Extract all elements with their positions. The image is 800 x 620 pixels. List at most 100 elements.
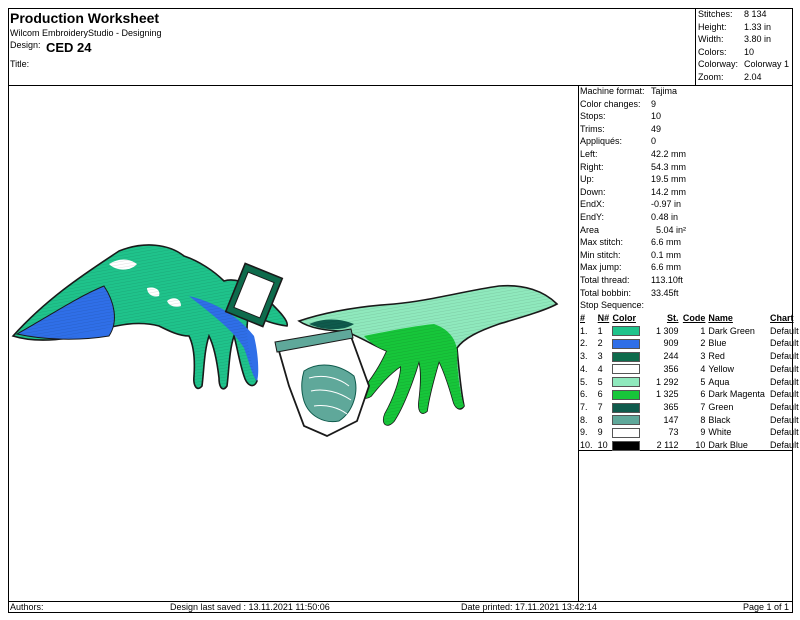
- row-needle: 2: [597, 338, 603, 349]
- machine-info-value: 42.2 mm: [651, 149, 687, 159]
- machine-info-label: Trims:: [580, 123, 605, 134]
- summary-value: 8 134: [744, 9, 767, 19]
- row-code: 8: [700, 414, 706, 425]
- footer-saved: Design last saved : 13.11.2021 11:50:06: [170, 602, 330, 612]
- row-color-cell: [612, 325, 651, 338]
- machine-info-value: 49: [651, 123, 662, 134]
- machine-info-value: 14.2 mm: [651, 186, 687, 197]
- color-swatch: [612, 351, 641, 362]
- row-needle: 3: [597, 351, 603, 362]
- summary-value: 3.80 in: [744, 34, 772, 45]
- row-color-cell: [612, 363, 651, 376]
- color-swatch: [612, 377, 641, 388]
- stop-sequence-table: # N# Color St. Code Name Chart 1. 1 1 309 1…: [580, 312, 800, 452]
- machine-info-value: 0.48 in: [651, 212, 679, 222]
- row-chart: Default: [770, 363, 799, 374]
- summary-label: Stitches:: [698, 9, 733, 19]
- row-index: 5.: [580, 376, 588, 387]
- summary-value: 10: [744, 46, 755, 57]
- row-stitches: 1 309: [655, 325, 679, 336]
- row-needle: 1: [597, 325, 603, 336]
- row-stitches: 244: [663, 351, 679, 362]
- color-swatch: [612, 364, 641, 375]
- col-code-header: Code: [682, 313, 706, 323]
- row-code: 6: [700, 389, 706, 400]
- row-code: 3: [700, 351, 706, 362]
- row-color-cell: [612, 388, 651, 401]
- table-row: 8. 8 147 8 Black Default: [580, 414, 800, 427]
- row-needle: 8: [597, 414, 603, 425]
- machine-info-value: 19.5 mm: [651, 174, 687, 185]
- table-row: 9. 9 73 9 White Default: [580, 426, 800, 439]
- row-code: 2: [700, 338, 706, 349]
- summary-value: 1.33 in: [744, 21, 772, 32]
- machine-info-value: 6.6 mm: [651, 262, 682, 273]
- row-stitches: 2 112: [656, 440, 679, 451]
- row-code: 5: [700, 376, 706, 387]
- col-color-header: Color: [612, 313, 636, 323]
- row-color-name: Dark Green: [708, 325, 755, 336]
- machine-info-value: 9: [651, 98, 657, 109]
- machine-info-label: Total thread:: [580, 275, 630, 285]
- summary-label: Colors:: [698, 46, 727, 57]
- color-swatch: [612, 339, 641, 350]
- table-row: 5. 5 1 292 5 Aqua Default: [580, 376, 800, 389]
- col-needle-header: N#: [597, 313, 610, 323]
- machine-info-value: 10: [651, 111, 662, 122]
- row-code: 4: [700, 363, 706, 374]
- row-code: 9: [700, 427, 706, 438]
- machine-info-value: 33.45ft: [651, 287, 679, 298]
- machine-info-label: Down:: [580, 186, 606, 197]
- row-color-name: Dark Blue: [708, 440, 748, 451]
- design-value: CED 24: [46, 40, 92, 55]
- row-chart: Default: [770, 427, 799, 438]
- design-label: Design:: [10, 40, 41, 50]
- app-subtitle: Wilcom EmbroideryStudio - Designing: [10, 28, 162, 38]
- machine-info-value: -0.97 in: [651, 199, 682, 210]
- summary-label: Zoom:: [698, 72, 724, 82]
- machine-info-value: 54.3 mm: [651, 161, 687, 172]
- row-color-cell: [612, 426, 651, 439]
- machine-info-label: Max jump:: [580, 262, 622, 273]
- summary-value: 2.04: [744, 72, 762, 82]
- machine-info-label: Right:: [580, 161, 604, 172]
- footer-printed: Date printed: 17.11.2021 13:42:14: [461, 602, 597, 612]
- row-color-cell: [612, 350, 651, 363]
- row-index: 10.: [580, 440, 593, 451]
- table-row: 6. 6 1 325 6 Dark Magenta Default: [580, 388, 800, 401]
- row-index: 4.: [580, 363, 588, 374]
- row-chart: Default: [770, 325, 799, 336]
- machine-info-value: 113.10ft: [651, 275, 683, 285]
- row-needle: 4: [597, 363, 603, 374]
- row-index: 6.: [580, 389, 588, 400]
- row-chart: Default: [770, 414, 799, 425]
- row-color-name: Blue: [708, 338, 727, 349]
- row-needle: 9: [597, 427, 603, 438]
- color-swatch: [612, 415, 641, 426]
- row-stitches: 147: [663, 414, 679, 425]
- row-code: 10: [695, 440, 706, 451]
- color-swatch: [612, 427, 641, 438]
- row-stitches: 356: [663, 363, 679, 374]
- color-swatch: [612, 402, 641, 413]
- footer-divider: [8, 601, 793, 602]
- col-name-header: Name: [708, 313, 733, 323]
- col-stitches-header: St.: [666, 313, 679, 323]
- machine-info-value: 6.6 mm: [651, 237, 682, 248]
- row-needle: 7: [597, 401, 603, 412]
- machine-info-label: Left:: [580, 149, 598, 159]
- table-row: 4. 4 356 4 Yellow Default: [580, 363, 800, 376]
- bag-graphic: [274, 328, 370, 437]
- machine-info-label: Area: [580, 224, 600, 235]
- row-color-cell: [612, 414, 651, 427]
- table-row: 3. 3 244 3 Red Default: [580, 350, 800, 363]
- col-index-header: #: [580, 313, 586, 323]
- row-chart: Default: [770, 440, 799, 451]
- row-needle: 6: [597, 389, 603, 400]
- row-needle: 5: [597, 376, 603, 387]
- embroidery-preview: [11, 244, 559, 437]
- machine-info-value: 0: [651, 136, 657, 147]
- machine-info-label: Min stitch:: [580, 249, 621, 260]
- machine-info-value: Tajima: [651, 86, 678, 96]
- summary-value: Colorway 1: [744, 59, 790, 70]
